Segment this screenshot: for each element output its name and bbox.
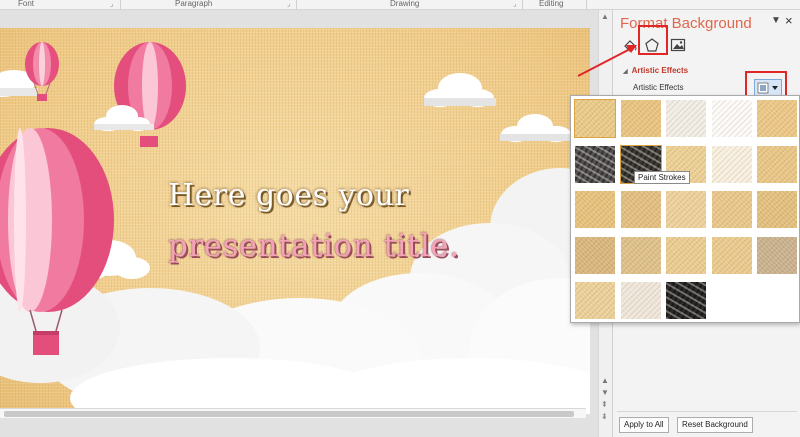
artistic-effect-thumbnail[interactable] <box>574 99 616 138</box>
scroll-up-arrow-icon[interactable]: ▲ <box>601 12 609 21</box>
artistic-effect-thumbnail[interactable] <box>757 145 797 183</box>
powerpoint-window: { "ribbon": { "groups": ["Font", "Paragr… <box>0 0 800 437</box>
cloud-illustration <box>424 73 572 142</box>
artistic-effect-thumbnail[interactable] <box>575 282 615 319</box>
scroll-down-arrow-icon[interactable]: ▼ <box>601 388 609 397</box>
artistic-effect-thumbnail[interactable] <box>757 191 797 228</box>
paint-bucket-icon[interactable] <box>621 36 639 54</box>
section-title: Artistic Effects <box>631 66 689 75</box>
tooltip: Paint Strokes <box>634 171 690 184</box>
artistic-effects-gallery <box>570 95 800 323</box>
picture-icon[interactable] <box>669 36 687 54</box>
ribbon-group-font: Font <box>18 0 35 8</box>
artistic-effect-thumbnail[interactable] <box>711 100 752 137</box>
artistic-effect-thumbnail[interactable] <box>666 282 706 319</box>
slide-title-line-2[interactable]: presentation title. <box>168 228 459 264</box>
artistic-effect-thumbnail[interactable] <box>711 145 752 183</box>
scroll-up-arrow-icon[interactable]: ▲ <box>601 376 609 385</box>
ribbon-divider <box>522 0 523 10</box>
ribbon-divider <box>296 0 297 10</box>
paragraph-dialog-launcher-icon[interactable]: ⌟ <box>287 0 290 8</box>
divider <box>617 411 797 412</box>
collapse-triangle-icon: ◢ <box>623 69 628 75</box>
close-icon[interactable]: × <box>785 13 793 28</box>
artistic-effect-thumbnail[interactable] <box>666 100 706 137</box>
ribbon-group-paragraph: Paragraph <box>175 0 213 8</box>
artistic-effect-thumbnail[interactable] <box>575 191 615 228</box>
effects-tab-highlight <box>638 25 668 55</box>
slide-title-line-1[interactable]: Here goes your <box>168 178 409 213</box>
artistic-effect-thumbnail[interactable] <box>620 282 661 319</box>
artistic-effect-thumbnail[interactable] <box>666 236 706 274</box>
artistic-effect-thumbnail[interactable] <box>757 100 797 137</box>
artistic-effect-thumbnail[interactable] <box>711 236 752 274</box>
artistic-effects-label: Artistic Effects <box>633 83 684 92</box>
artistic-effect-thumbnail[interactable] <box>620 191 661 228</box>
artistic-effect-thumbnail[interactable] <box>757 236 797 274</box>
ribbon-group-editing: Editing <box>539 0 564 8</box>
artistic-effect-thumbnail[interactable] <box>620 236 661 274</box>
medium-balloon-illustration <box>114 42 186 147</box>
previous-slide-icon[interactable]: ⇞ <box>601 400 608 409</box>
reset-background-button[interactable]: Reset Background <box>677 417 753 433</box>
next-slide-icon[interactable]: ⇟ <box>601 412 608 421</box>
ribbon-group-labels: Font ⌟ Paragraph ⌟ Drawing ⌟ Editing <box>0 0 800 10</box>
artistic-effects-section-header[interactable]: ◢ Artistic Effects <box>623 66 688 75</box>
ribbon-divider <box>120 0 121 10</box>
scrollbar-thumb[interactable] <box>4 411 574 417</box>
pane-options-chevron-down-icon[interactable]: ▼ <box>771 15 781 26</box>
slide-artwork <box>0 42 590 414</box>
artistic-effect-thumbnail[interactable] <box>575 236 615 274</box>
font-dialog-launcher-icon[interactable]: ⌟ <box>110 0 113 8</box>
artistic-effect-thumbnail[interactable] <box>666 191 706 228</box>
artistic-effect-thumbnail[interactable] <box>711 191 752 228</box>
apply-to-all-button[interactable]: Apply to All <box>619 417 669 433</box>
ribbon-group-drawing: Drawing <box>390 0 420 8</box>
artistic-effect-thumbnail[interactable] <box>620 100 661 137</box>
slide-canvas[interactable]: Here goes your presentation title. <box>0 28 590 414</box>
drawing-dialog-launcher-icon[interactable]: ⌟ <box>513 0 516 8</box>
slide-editor: Here goes your presentation title. <box>0 10 598 437</box>
ribbon-divider <box>586 0 587 10</box>
horizontal-scrollbar[interactable] <box>0 408 586 418</box>
artistic-effect-thumbnail[interactable] <box>575 145 615 183</box>
